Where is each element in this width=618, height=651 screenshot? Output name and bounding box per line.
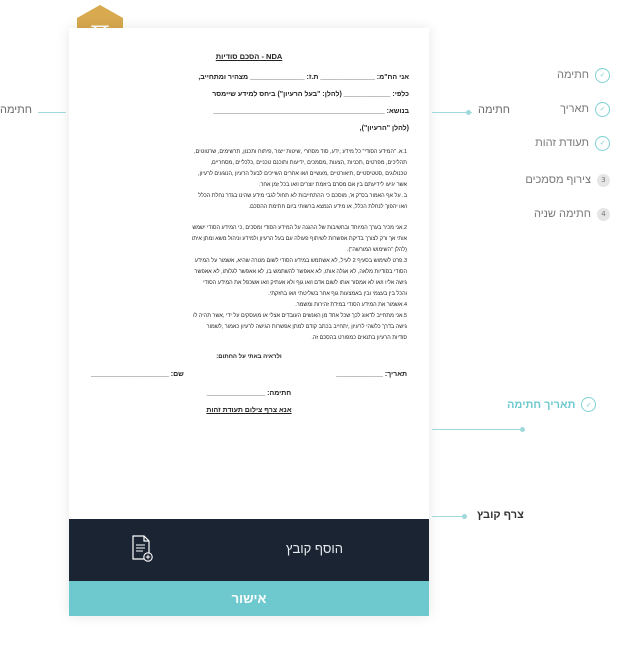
right-annotation-dot — [466, 110, 471, 115]
add-file-area[interactable]: הוסף קובץ — [69, 519, 429, 581]
check-icon: ✓ — [595, 135, 610, 151]
date-signature-label: תאריך חתימה — [507, 398, 576, 411]
add-file-label: הוסף קובץ — [285, 541, 343, 556]
document-card: NDA - הסכם סודיות אני הח"מ: ____________… — [69, 28, 429, 616]
step-signature[interactable]: ✓ חתימה — [557, 67, 610, 83]
file-add-icon — [132, 535, 153, 562]
clause-2c: (להלן "השימוש המורשה"). — [347, 247, 407, 253]
clause-3c: גישה אליו ו/או לא אמסור אותו לשום אדם ו/… — [203, 280, 407, 286]
step-id[interactable]: ✓ תעודת זהות — [535, 135, 610, 151]
check-icon: ✓ — [581, 397, 597, 412]
step-label: תעודת זהות — [535, 137, 589, 149]
left-signature-annotation: חתימה — [0, 104, 33, 116]
clause-1a: 1.א. "המידע הסודי" כל מידע ,ידע, סוד מסח… — [194, 149, 407, 155]
step-label: חתימה — [556, 69, 589, 81]
step-label: צירוף מסמכים — [525, 174, 591, 186]
clause-3b: הסודי בסודיות מלאה, לא אגלה אותו, לא אאפ… — [194, 269, 407, 275]
clause-5c: סודיות הרעיון בתנאים כמפורט בהסכם זה. — [311, 335, 407, 341]
check-icon: ✓ — [595, 101, 610, 117]
date-signature-dot — [520, 427, 525, 432]
clause-1b: תהליכים, מפרטים ,תכניות ,הצעות ,מסמכים ,… — [210, 160, 407, 166]
step-number: 4 — [597, 207, 610, 221]
subject-line: בנושא: _________________________________… — [213, 108, 409, 115]
date-field[interactable]: תאריך: ____________ — [336, 360, 407, 390]
step-label: חתימה שניה — [534, 208, 591, 220]
step-second-signature[interactable]: 4 חתימה שניה — [534, 206, 610, 222]
clause-5a: 5.אני מתחייב לדאוג לכך שכל אחד מן האנשים… — [193, 313, 407, 319]
clause-3a: 3.פרט לשימוש בסעיף 2 לעיל, לא אשתמש במיד… — [194, 258, 407, 264]
clause-1e: ב. על אף האמור בס"ק א', מוסכם כי ההתחייב… — [198, 193, 407, 199]
step-date[interactable]: ✓ תאריך — [560, 101, 610, 117]
check-icon: ✓ — [595, 67, 610, 83]
date-signature-marker[interactable]: ✓ תאריך חתימה — [507, 397, 597, 412]
name-field[interactable]: שם: ____________________ — [91, 360, 184, 390]
attach-file-annotation: צרף קובץ — [477, 509, 524, 521]
clause-2a: 2.אני מכיר בערך המיוחד ובחשיבות של ההגנה… — [192, 225, 407, 231]
step-number: 3 — [597, 173, 610, 187]
clause-5b: גישה בדרך כלשהי לרעיון ,יתחייב בכתב קודם… — [206, 324, 407, 330]
step-label: תאריך — [560, 103, 589, 115]
document-title: NDA - הסכם סודיות — [215, 52, 283, 61]
attach-id-link[interactable]: אנא צרף צילום תעודת זהות — [69, 407, 429, 414]
clause-4: 4.אשמור את המידע הסודי במידת זהירות ומשמ… — [295, 302, 407, 308]
attach-annotation-dot — [462, 514, 467, 519]
idea-line: (להלן "הרעיון"), — [359, 125, 409, 132]
date-name-row: תאריך: ____________ שם: ________________… — [69, 360, 429, 390]
nda-document: NDA - הסכם סודיות אני הח"מ: ____________… — [69, 52, 429, 414]
clause-3d: והכל בין בעצמי ובין באמצעות גוף אחר בשלי… — [268, 291, 407, 297]
step-attach-documents[interactable]: 3 צירוף מסמכים — [525, 172, 610, 188]
date-signature-line — [432, 429, 522, 430]
clause-2b: אותי אך ורק לצורך בדיקת אפשרות לשיתוף פע… — [191, 236, 407, 242]
signature-field[interactable]: חתימה: _______________ — [69, 390, 429, 397]
clause-1f: ו/או יהפוך לנחלת הכלל, או מידע הנמצא ברש… — [248, 204, 407, 210]
clause-1c: טכנולוגים ,סטטיסטיים ,תיאורטיים ,מעשיים … — [198, 171, 407, 177]
attach-annotation-line — [432, 516, 466, 517]
declarant-line: אני הח"מ: ______________ ת.ז: __________… — [198, 74, 409, 81]
confirm-button[interactable]: אישור — [69, 581, 429, 616]
right-signature-annotation: חתימה — [478, 104, 511, 116]
towards-line: כלפי: ____________ (להלן: "בעל הרעיון") … — [212, 91, 409, 98]
left-annotation-line — [38, 112, 66, 113]
clause-1d: אשר יגיעו לידיעתם בין אם מסרם ביוזמת יוצ… — [258, 182, 407, 188]
